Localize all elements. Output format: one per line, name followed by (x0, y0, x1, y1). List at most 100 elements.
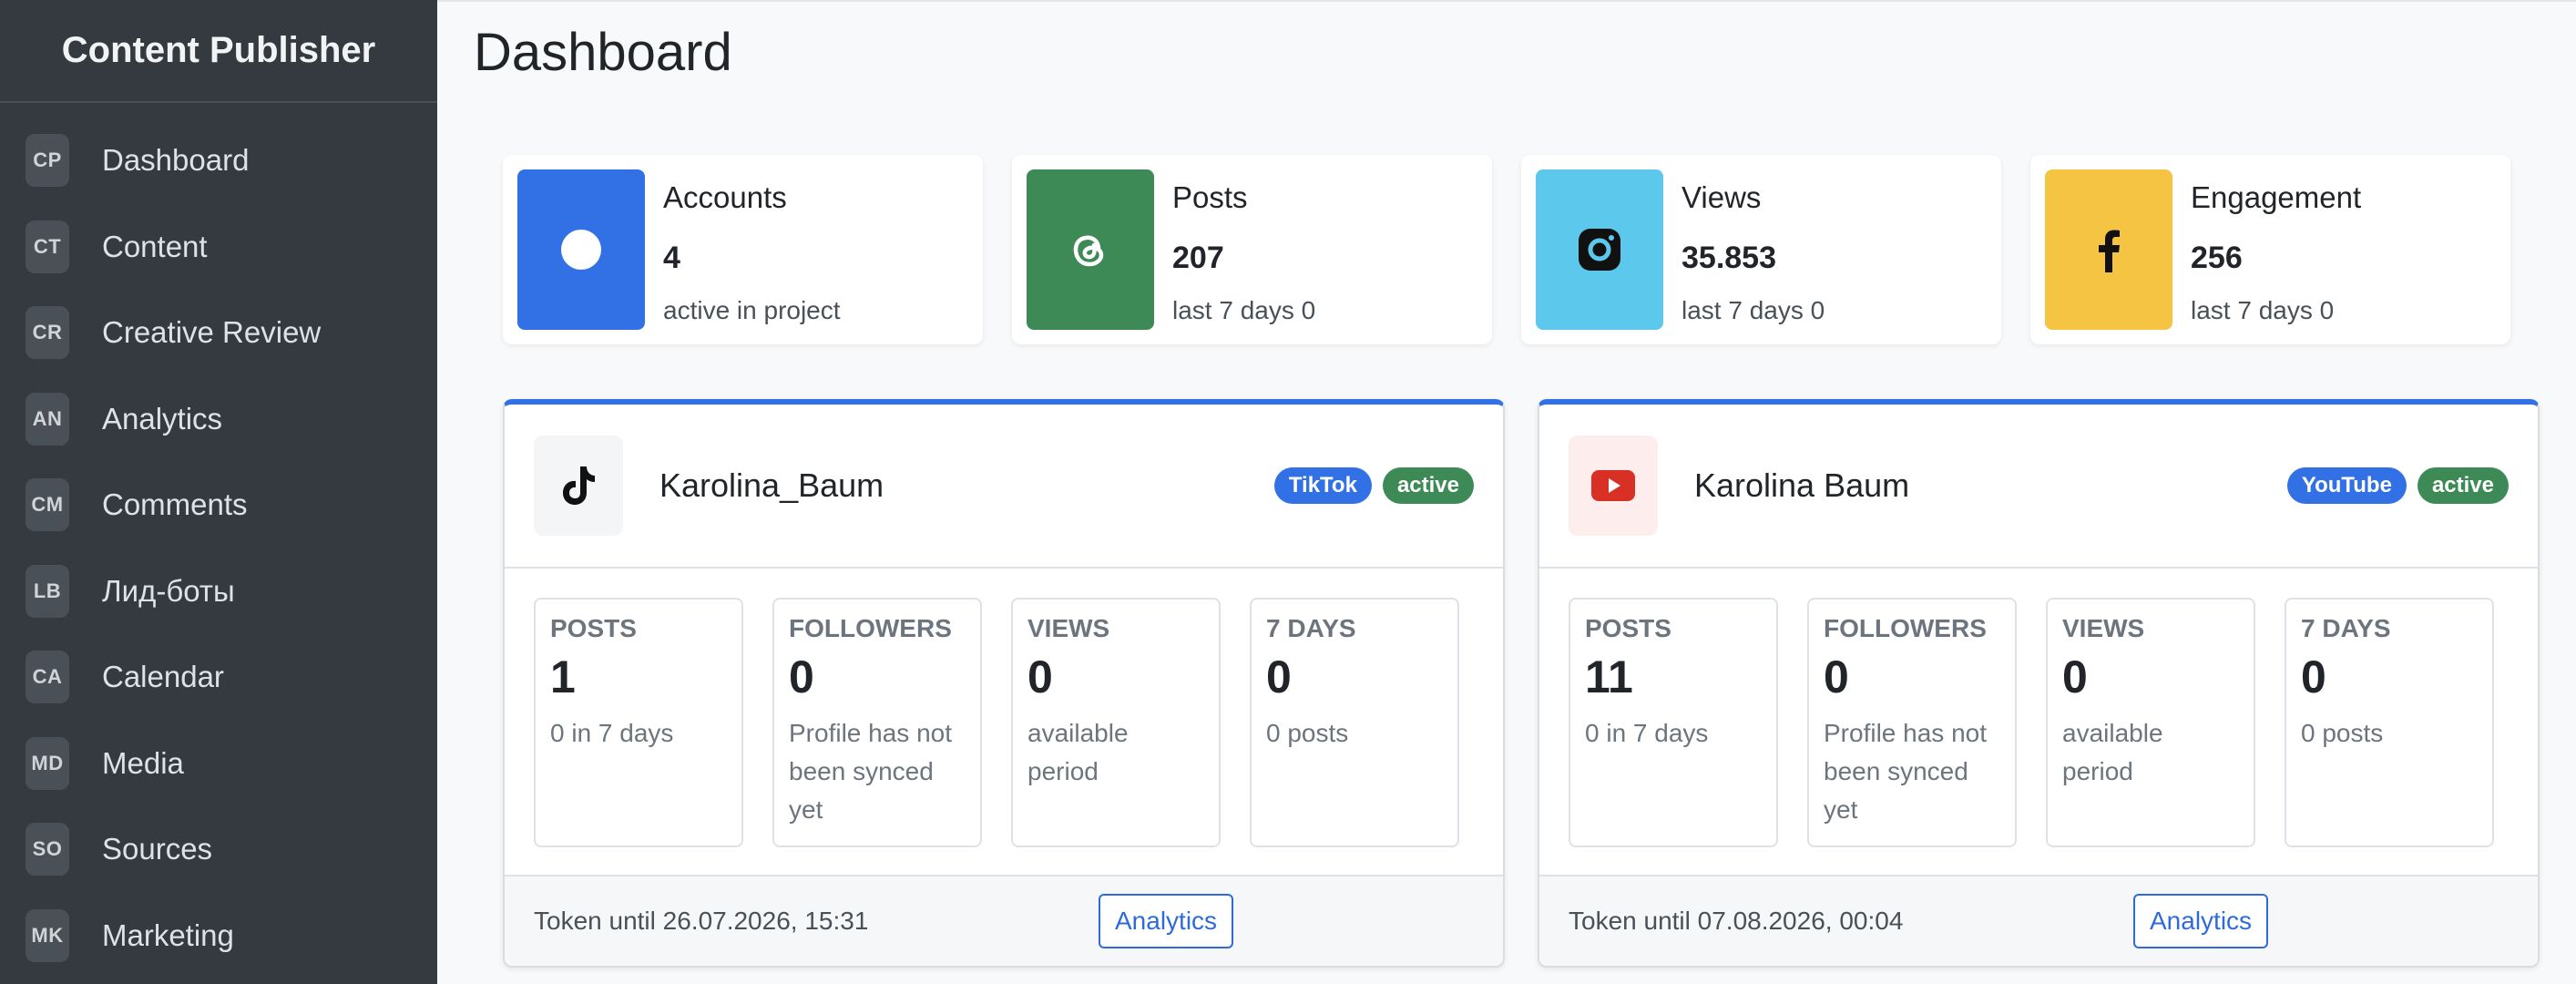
account-card-footer: Token until 07.08.2026, 00:04 Analytics (1539, 875, 2538, 966)
metric-views: VIEWS 0 available period (2046, 598, 2255, 847)
metric-label: POSTS (550, 614, 637, 642)
metric-sub: 0 posts (2301, 719, 2384, 747)
sidebar-item-label: Content (102, 229, 208, 263)
stat-title: Posts (1172, 180, 1248, 214)
account-badges: TikTok active (1273, 467, 1474, 504)
tiktok-icon (534, 436, 623, 536)
metric-value: 0 (2301, 651, 2326, 702)
facebook-icon (2045, 169, 2172, 330)
metric-value: 0 (2062, 651, 2088, 702)
account-card-youtube: Karolina Baum YouTube active POSTS 11 0 … (1538, 399, 2540, 968)
metric-label: 7 DAYS (1266, 614, 1356, 642)
status-badge: active (1382, 467, 1474, 504)
stat-card-accounts: Accounts 4 active in project (503, 155, 983, 344)
nav-badge: AN (26, 392, 69, 446)
metric-value: 0 (1027, 651, 1053, 702)
status-badge: active (2417, 467, 2509, 504)
account-name: Karolina_Baum (659, 466, 884, 504)
sidebar-item-label: Analytics (102, 401, 223, 436)
sidebar-item-lead-bots[interactable]: LB Лид-боты (0, 548, 437, 635)
stat-value: 35.853 (1682, 241, 1776, 275)
sidebar-item-sources[interactable]: SO Sources (0, 806, 437, 893)
metric-posts: POSTS 11 0 in 7 days (1569, 598, 1778, 847)
stat-sub: last 7 days 0 (1172, 296, 1316, 324)
sidebar-item-comments[interactable]: CM Comments (0, 462, 437, 548)
stat-value: 207 (1172, 241, 1224, 275)
sidebar-item-content[interactable]: CT Content (0, 204, 437, 291)
account-card-header: Karolina Baum YouTube active (1539, 405, 2538, 569)
metric-value: 0 (789, 651, 814, 702)
metric-sub: 0 posts (1266, 719, 1349, 747)
page-title: Dashboard (474, 23, 732, 82)
sidebar-item-label: Creative Review (102, 315, 322, 350)
metric-value: 0 (1266, 651, 1292, 702)
instagram-icon (1536, 169, 1663, 330)
account-card-tiktok: Karolina_Baum TikTok active POSTS 1 0 in… (503, 399, 1505, 968)
stat-card-engagement: Engagement 256 last 7 days 0 (2030, 155, 2510, 344)
sidebar-item-label: Sources (102, 832, 213, 866)
token-expiry: Token until 07.08.2026, 00:04 (1569, 907, 1904, 935)
account-metrics: POSTS 1 0 in 7 days FOLLOWERS 0 Profile … (505, 569, 1503, 876)
nav-badge: CM (26, 478, 69, 532)
stat-value: 4 (663, 241, 680, 275)
account-name: Karolina Baum (1694, 466, 1910, 504)
metric-sub: Profile has not been synced yet (1824, 719, 1987, 824)
nav-badge: CP (26, 134, 69, 188)
stats-row: Accounts 4 active in project Posts 207 l… (503, 155, 2540, 344)
account-badges: YouTube active (2286, 467, 2509, 504)
metric-value: 11 (1585, 651, 1633, 702)
stat-sub: last 7 days 0 (1682, 296, 1825, 324)
sidebar-item-label: Calendar (102, 660, 224, 694)
metric-sub: 0 in 7 days (1585, 719, 1709, 747)
metric-views: VIEWS 0 available period (1011, 598, 1221, 847)
nav-badge: LB (26, 564, 69, 618)
metric-value: 1 (550, 651, 576, 702)
token-expiry: Token until 26.07.2026, 15:31 (534, 907, 869, 935)
stat-card-views: Views 35.853 last 7 days 0 (1521, 155, 2001, 344)
metric-label: VIEWS (2062, 614, 2145, 642)
metric-label: FOLLOWERS (789, 614, 952, 642)
metric-followers: FOLLOWERS 0 Profile has not been synced … (772, 598, 982, 847)
accounts-row: Karolina_Baum TikTok active POSTS 1 0 in… (503, 399, 2540, 968)
threads-icon (1027, 169, 1154, 330)
sidebar-item-media[interactable]: MD Media (0, 721, 437, 807)
metric-sub: available period (2062, 719, 2163, 785)
metric-label: FOLLOWERS (1824, 614, 1987, 642)
nav-badge: CR (26, 306, 69, 360)
stat-title: Views (1682, 180, 1762, 214)
metric-followers: FOLLOWERS 0 Profile has not been synced … (1807, 598, 2017, 847)
stat-card-posts: Posts 207 last 7 days 0 (1012, 155, 1492, 344)
sidebar-item-analytics[interactable]: AN Analytics (0, 376, 437, 463)
sidebar-item-creative-review[interactable]: CR Creative Review (0, 290, 437, 376)
account-card-footer: Token until 26.07.2026, 15:31 Analytics (505, 875, 1503, 966)
main-content: Dashboard Accounts 4 active in project P… (437, 0, 2576, 984)
account-card-header: Karolina_Baum TikTok active (505, 405, 1503, 569)
nav-badge: SO (26, 823, 69, 876)
stat-sub: last 7 days 0 (2191, 296, 2335, 324)
stat-value: 256 (2191, 241, 2243, 275)
nav-badge: CT (26, 220, 69, 273)
metric-value: 0 (1824, 651, 1849, 702)
analytics-button[interactable]: Analytics (2133, 894, 2269, 948)
stat-title: Accounts (663, 180, 787, 214)
metric-sub: available period (1027, 719, 1129, 785)
stat-title: Engagement (2191, 180, 2362, 214)
nav-badge: MD (26, 736, 69, 790)
youtube-icon (1569, 436, 1658, 536)
brand-title: Content Publisher (0, 0, 437, 103)
sidebar-item-label: Лид-боты (102, 573, 235, 608)
analytics-button[interactable]: Analytics (1099, 894, 1234, 948)
platform-badge: YouTube (2286, 467, 2407, 504)
sidebar-item-calendar[interactable]: CA Calendar (0, 634, 437, 721)
sidebar-item-label: Media (102, 745, 184, 780)
sidebar-item-label: Marketing (102, 917, 234, 952)
sidebar: Content Publisher CP Dashboard CT Conten… (0, 0, 437, 984)
sidebar-item-dashboard[interactable]: CP Dashboard (0, 118, 437, 204)
circle-icon (517, 169, 645, 330)
metric-sub: Profile has not been synced yet (789, 719, 952, 824)
sidebar-item-label: Dashboard (102, 143, 250, 178)
sidebar-item-marketing[interactable]: MK Marketing (0, 893, 437, 979)
metric-label: VIEWS (1027, 614, 1110, 642)
nav-badge: CA (26, 651, 69, 704)
metric-label: 7 DAYS (2301, 614, 2391, 642)
